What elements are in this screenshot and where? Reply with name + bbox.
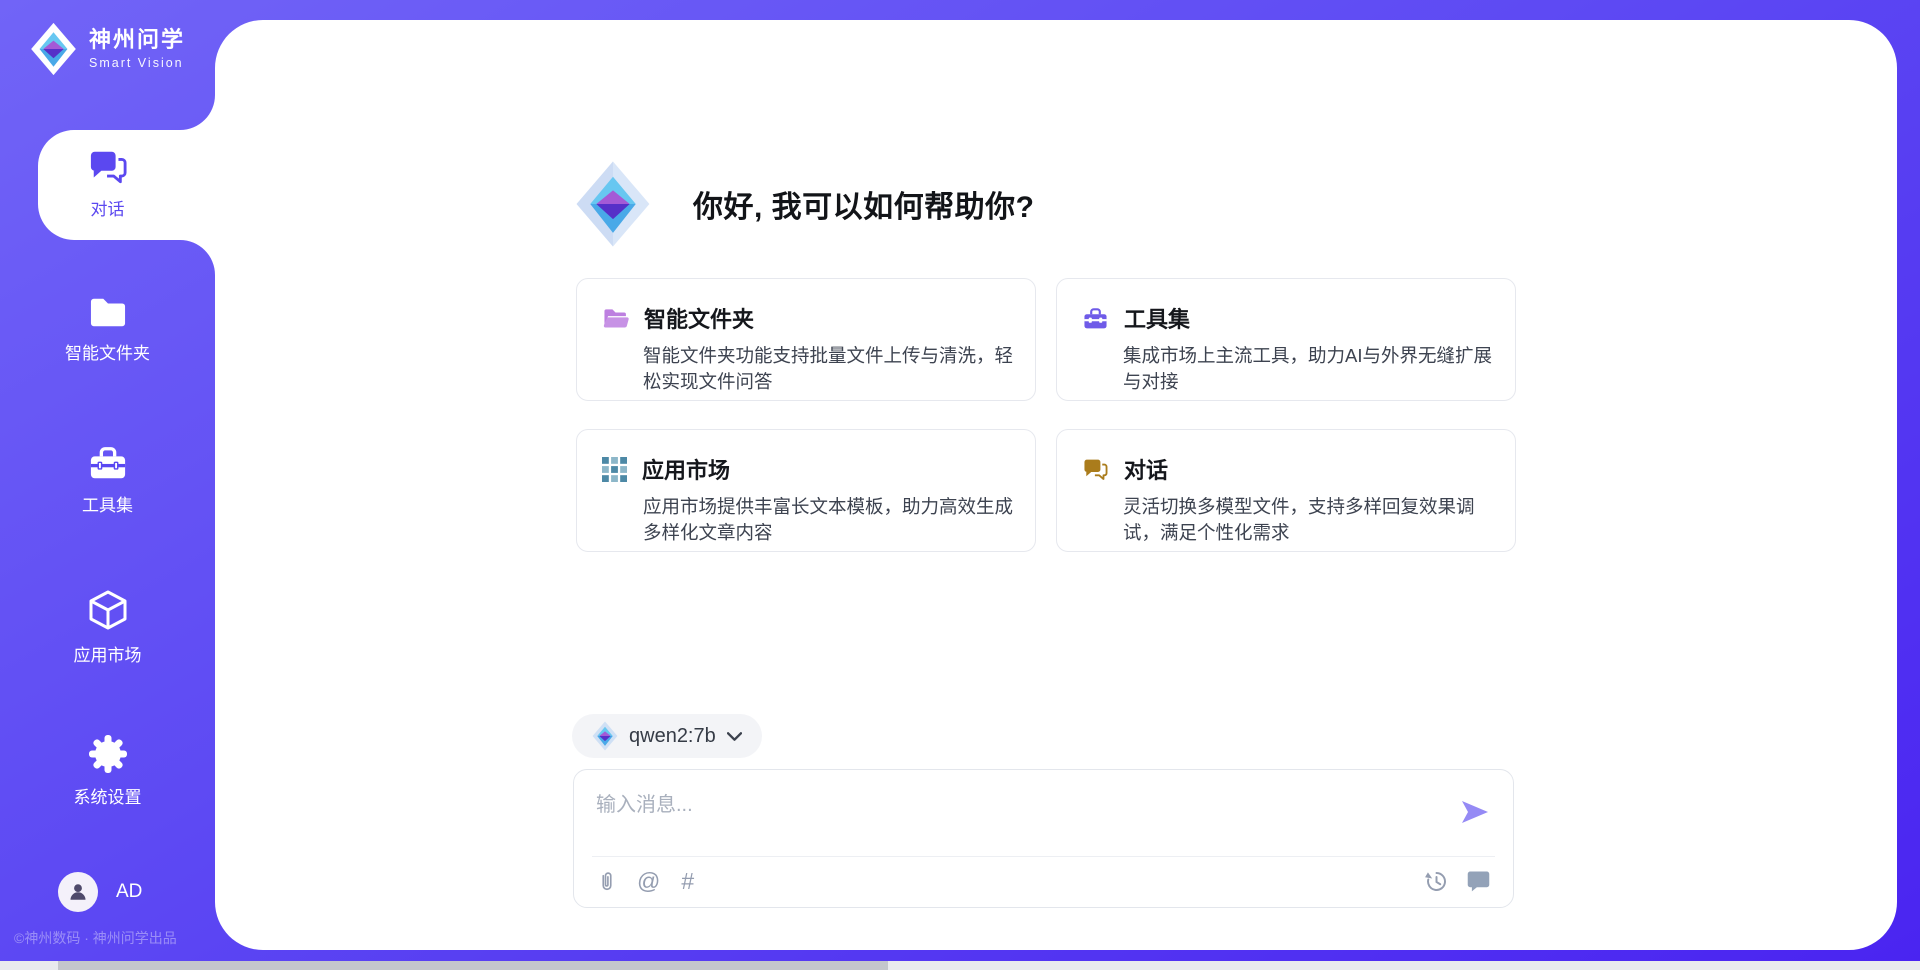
gear-icon [88, 734, 128, 774]
card-description: 智能文件夹功能支持批量文件上传与清洗，轻松实现文件问答 [643, 343, 1013, 396]
sidebar: 神州问学 Smart Vision 对话 智能文件夹 [0, 0, 215, 970]
feature-card-smart-folder[interactable]: 智能文件夹 智能文件夹功能支持批量文件上传与清洗，轻松实现文件问答 [576, 278, 1036, 401]
card-description: 集成市场上主流工具，助力AI与外界无缝扩展与对接 [1123, 343, 1493, 396]
message-input[interactable] [586, 780, 1436, 848]
chat-icon [87, 148, 129, 186]
model-logo-icon [592, 721, 618, 751]
brand-diamond-icon [30, 22, 77, 76]
attach-file-button[interactable] [598, 868, 616, 894]
sidebar-item-settings[interactable]: 系统设置 [0, 734, 215, 808]
card-title: 应用市场 [642, 453, 730, 485]
user-name: AD [116, 881, 142, 903]
composer-toolbar-left: @ # [598, 866, 694, 896]
sidebar-item-label: 对话 [91, 195, 125, 220]
sidebar-item-label: 工具集 [82, 491, 133, 516]
message-bubble-icon [1466, 869, 1491, 893]
assistant-logo-icon [575, 160, 651, 248]
card-description: 灵活切换多模型文件，支持多样回复效果调试，满足个性化需求 [1123, 494, 1493, 547]
conversation-button[interactable] [1466, 869, 1491, 893]
avatar [58, 872, 98, 912]
chevron-down-icon [727, 732, 742, 741]
brand-name: 神州问学 [89, 28, 185, 52]
sidebar-item-label: 系统设置 [74, 783, 142, 808]
sidebar-item-toolset[interactable]: 工具集 [0, 444, 215, 516]
brand-subtitle: Smart Vision [89, 56, 185, 70]
sidebar-item-chat[interactable]: 对话 [0, 148, 215, 220]
scrollbar-thumb[interactable] [58, 961, 888, 970]
horizontal-scrollbar [0, 961, 1920, 970]
feature-card-app-market[interactable]: 应用市场 应用市场提供丰富长文本模板，助力高效生成多样化文章内容 [576, 429, 1036, 552]
greeting-title: 你好, 我可以如何帮助你? [693, 182, 1035, 226]
hashtag-button[interactable]: # [681, 870, 694, 893]
card-title: 工具集 [1124, 302, 1190, 334]
cube-icon [86, 588, 130, 632]
folder-open-icon [602, 306, 629, 330]
model-selector[interactable]: qwen2:7b [572, 714, 762, 758]
folder-icon [87, 294, 129, 330]
sidebar-item-label: 智能文件夹 [65, 339, 150, 364]
paperclip-icon [598, 868, 616, 894]
feature-card-chat[interactable]: 对话 灵活切换多模型文件，支持多样回复效果调试，满足个性化需求 [1056, 429, 1516, 552]
history-clock-icon [1424, 869, 1449, 894]
model-name: qwen2:7b [629, 725, 716, 748]
greeting-header: 你好, 我可以如何帮助你? [575, 160, 1035, 248]
card-description: 应用市场提供丰富长文本模板，助力高效生成多样化文章内容 [643, 494, 1013, 547]
grid-icon [602, 457, 627, 482]
message-composer: @ # [573, 769, 1514, 908]
brand-logo: 神州问学 Smart Vision [30, 22, 185, 76]
send-button[interactable] [1459, 796, 1491, 828]
main-content: 你好, 我可以如何帮助你? 智能文件夹 智能文件夹功能支持批量文件上传与清洗，轻… [0, 0, 1920, 970]
card-title: 智能文件夹 [644, 302, 754, 334]
app-window: 神州问学 Smart Vision 对话 智能文件夹 [0, 0, 1920, 970]
feature-card-toolset[interactable]: 工具集 集成市场上主流工具，助力AI与外界无缝扩展与对接 [1056, 278, 1516, 401]
sidebar-item-smart-folder[interactable]: 智能文件夹 [0, 294, 215, 364]
sidebar-item-app-market[interactable]: 应用市场 [0, 588, 215, 666]
copyright-text: ©神州数码 · 神州问学出品 [14, 928, 177, 948]
card-title: 对话 [1124, 453, 1168, 485]
sidebar-item-label: 应用市场 [74, 641, 142, 666]
user-account[interactable]: AD [58, 872, 142, 912]
toolbox-icon [1082, 306, 1109, 331]
toolbox-icon [87, 444, 129, 482]
composer-divider [592, 856, 1495, 857]
mention-button[interactable]: @ [637, 870, 660, 893]
composer-toolbar-right [1424, 866, 1491, 896]
chat-icon [1082, 457, 1109, 482]
history-button[interactable] [1424, 869, 1449, 894]
person-icon [66, 880, 90, 904]
send-icon [1459, 796, 1491, 828]
